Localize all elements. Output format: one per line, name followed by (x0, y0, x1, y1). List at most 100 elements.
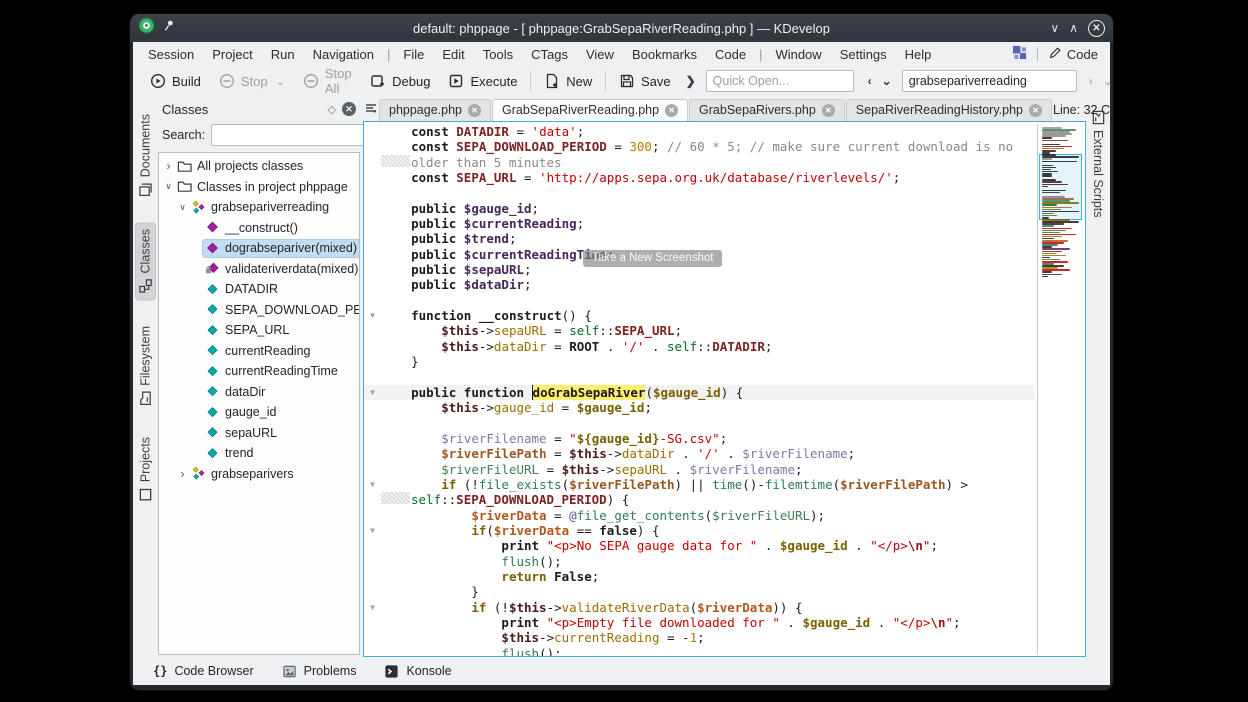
code-line[interactable]: ▼ if (!file_exists($riverFilePath) || ti… (364, 477, 1035, 492)
code-line[interactable]: } (364, 584, 1035, 599)
code-line[interactable]: public $gauge_id; (364, 201, 1035, 216)
minimap-scrollbar[interactable] (1037, 124, 1083, 654)
menu-item-help[interactable]: Help (896, 45, 941, 64)
code-line[interactable]: ▼ public function doGrabSepaRiver($gauge… (364, 385, 1035, 400)
tree-row[interactable]: ›All projects classes (159, 156, 359, 177)
close-panel-icon[interactable]: ✕ (342, 102, 356, 116)
tab-close-icon[interactable]: ✕ (1029, 104, 1042, 117)
code-line[interactable] (364, 416, 1035, 431)
code-line[interactable]: older than 5 minutes (364, 155, 1035, 170)
code-line[interactable]: const SEPA_DOWNLOAD_PERIOD = 300; // 60 … (364, 139, 1035, 154)
code-line[interactable]: public $dataDir; (364, 277, 1035, 292)
code-line[interactable]: const SEPA_URL = 'http://apps.sepa.org.u… (364, 170, 1035, 185)
fold-arrow-icon[interactable]: ▼ (364, 308, 381, 323)
tree-expander-icon[interactable]: › (176, 467, 189, 481)
code-line[interactable]: ▼ if($riverData == false) { (364, 523, 1035, 538)
code-line[interactable]: $riverFileURL = $this->sepaURL . $riverF… (364, 462, 1035, 477)
code-line[interactable]: ▼ if (!$this->validateRiverData($riverDa… (364, 600, 1035, 615)
menu-item-view[interactable]: View (577, 45, 623, 64)
menu-item-window[interactable]: Window (766, 45, 830, 64)
new-button[interactable]: New (535, 70, 601, 92)
editor-tab-separiverreadinghistory-php[interactable]: SepaRiverReadingHistory.php✕ (846, 99, 1052, 121)
tree-row[interactable]: trend (159, 443, 359, 464)
editor-tab-phppage-php[interactable]: phppage.php✕ (379, 99, 491, 121)
editor-tab-grabseparivers-php[interactable]: GrabSepaRivers.php✕ (689, 99, 845, 121)
code-line[interactable]: $this->sepaURL = self::SEPA_URL; (364, 323, 1035, 338)
tree-row[interactable]: SEPA_DOWNLOAD_PERIOD (159, 300, 359, 321)
code-line[interactable]: $riverData = @file_get_contents($riverFi… (364, 508, 1035, 523)
sidebar-tab-classes[interactable]: Classes (136, 223, 155, 299)
toolbar-overflow-chevron[interactable]: ❯ (682, 74, 700, 88)
menu-item-settings[interactable]: Settings (831, 45, 896, 64)
menu-item-project[interactable]: Project (203, 45, 261, 64)
code-line[interactable] (364, 370, 1035, 385)
menu-item-tools[interactable]: Tools (474, 45, 522, 64)
maximize-button[interactable]: ∧ (1069, 21, 1078, 35)
tree-expander-icon[interactable]: ∨ (176, 202, 189, 213)
code-line[interactable]: print "<p>Empty file downloaded for " . … (364, 615, 1035, 630)
code-line[interactable]: self::SEPA_DOWNLOAD_PERIOD) { (364, 492, 1035, 507)
tree-row[interactable]: dataDir (159, 382, 359, 403)
detach-panel-icon[interactable]: ◇ (328, 103, 336, 116)
tree-row[interactable]: ∨Classes in project phppage (159, 177, 359, 198)
fold-arrow-icon[interactable]: ▼ (364, 600, 381, 615)
menu-item-code[interactable]: Code (706, 45, 755, 64)
menu-item-navigation[interactable]: Navigation (304, 45, 383, 64)
menu-item-file[interactable]: File (394, 45, 433, 64)
code-line[interactable]: $riverFilename = "${gauge_id}-SG.csv"; (364, 431, 1035, 446)
code-line[interactable]: print "<p>No SEPA gauge data for " . $ga… (364, 538, 1035, 553)
code-line[interactable]: return False; (364, 569, 1035, 584)
search-options-chevron[interactable]: ⌄ (1099, 74, 1110, 88)
tree-row[interactable]: ∨grabsepariverreading (159, 197, 359, 218)
code-line[interactable]: const DATADIR = 'data'; (364, 124, 1035, 139)
tree-row[interactable]: DATADIR (159, 279, 359, 300)
code-line[interactable]: $this->currentReading = -1; (364, 630, 1035, 645)
sidebar-tab-documents[interactable]: Documents (136, 108, 155, 203)
fold-arrow-icon[interactable]: ▼ (364, 477, 381, 492)
tab-close-icon[interactable]: ✕ (665, 104, 678, 117)
minimize-button[interactable]: ∨ (1050, 21, 1059, 35)
tree-row[interactable]: dograbsepariver(mixed) (159, 238, 359, 259)
pin-icon[interactable] (163, 19, 176, 37)
sidebar-tab-projects[interactable]: Projects (136, 431, 155, 508)
sidebar-tab-filesystem[interactable]: Filesystem (136, 320, 155, 412)
search-dropdown-chevron[interactable]: ⌄ (878, 74, 896, 88)
tree-row[interactable]: sepaURL (159, 423, 359, 444)
tree-expander-icon[interactable]: › (162, 159, 175, 173)
debug-button[interactable]: Debug (361, 70, 439, 92)
tab-close-icon[interactable]: ✕ (468, 104, 481, 117)
area-switcher-grid-icon[interactable] (1012, 45, 1027, 63)
fold-arrow-icon[interactable]: ▼ (364, 385, 381, 400)
menu-item-edit[interactable]: Edit (433, 45, 473, 64)
tab-close-icon[interactable]: ✕ (822, 104, 835, 117)
tree-row[interactable]: validateriverdata(mixed) (159, 259, 359, 280)
code-line[interactable]: flush(); (364, 646, 1035, 656)
code-line[interactable]: $this->dataDir = ROOT . '/' . self::DATA… (364, 339, 1035, 354)
code-line[interactable]: ▼ function __construct() { (364, 308, 1035, 323)
tree-row[interactable]: gauge_id (159, 402, 359, 423)
code-line[interactable]: $riverFilePath = $this->dataDir . '/' . … (364, 446, 1035, 461)
code-editor[interactable]: const DATADIR = 'data'; const SEPA_DOWNL… (363, 121, 1086, 657)
tree-expander-icon[interactable]: ∨ (162, 181, 175, 192)
close-button[interactable]: ✕ (1088, 20, 1105, 37)
build-button[interactable]: Build (141, 70, 210, 92)
menu-item-bookmarks[interactable]: Bookmarks (623, 45, 706, 64)
menu-item-run[interactable]: Run (262, 45, 304, 64)
tree-row[interactable]: SEPA_URL (159, 320, 359, 341)
code-line[interactable]: flush(); (364, 554, 1035, 569)
quick-open-input[interactable] (706, 70, 854, 92)
bottom-tab-problems[interactable]: Problems (282, 664, 357, 679)
search-prev-chevron[interactable]: ‹ (864, 74, 876, 88)
save-button[interactable]: Save (610, 70, 680, 92)
code-line[interactable] (364, 185, 1035, 200)
tree-row[interactable]: currentReading (159, 341, 359, 362)
code-line[interactable]: $this->gauge_id = $gauge_id; (364, 400, 1035, 415)
search-input[interactable] (902, 70, 1077, 92)
code-line[interactable] (364, 293, 1035, 308)
bottom-tab-code-browser[interactable]: {}Code Browser (153, 664, 254, 678)
menu-item-ctags[interactable]: CTags (522, 45, 577, 64)
code-line[interactable]: public $currentReading; (364, 216, 1035, 231)
code-line[interactable]: } (364, 354, 1035, 369)
stop-dropdown-chevron[interactable]: ⌄ (276, 75, 285, 88)
tree-row[interactable]: ›grabseparivers (159, 464, 359, 485)
